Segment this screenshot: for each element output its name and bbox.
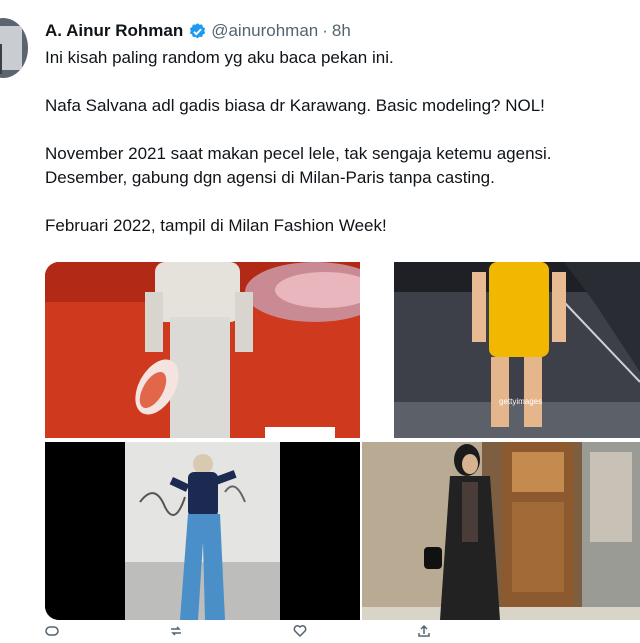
reply-icon[interactable] <box>45 624 59 638</box>
tweet-header: A. Ainur Rohman @ainurohman · 8h <box>45 18 351 44</box>
like-icon[interactable] <box>293 624 307 638</box>
media-photo-runway[interactable] <box>45 262 360 438</box>
yellow-dress-runway-photo: gettyimages <box>394 262 640 438</box>
header-separator: · <box>322 21 328 40</box>
media-photo-yellow-dress[interactable]: gettyimages <box>394 262 640 438</box>
tweet-line: November 2021 saat makan pecel lele, tak… <box>45 144 552 163</box>
tweet-timestamp[interactable]: 8h <box>332 21 351 41</box>
author-name[interactable]: A. Ainur Rohman <box>45 21 183 41</box>
black-coat-street-photo <box>362 442 640 620</box>
tweet-body: Ini kisah paling random yg aku baca peka… <box>45 46 635 238</box>
media-photo-blue-jeans[interactable] <box>45 442 360 620</box>
media-grid: gettyimages <box>45 262 640 620</box>
author-handle[interactable]: @ainurohman <box>211 21 318 41</box>
tweet-line: Februari 2022, tampil di Milan Fashion W… <box>45 216 387 235</box>
verified-badge-icon <box>190 22 206 38</box>
getty-watermark: gettyimages <box>499 397 542 406</box>
avatar-building-shape <box>0 26 22 70</box>
media-photo-black-coat[interactable] <box>362 442 640 620</box>
share-icon[interactable] <box>417 624 431 638</box>
author-avatar[interactable] <box>0 18 28 78</box>
blue-jeans-street-photo <box>45 442 360 620</box>
tweet-action-bar <box>45 624 640 640</box>
tweet-line: Nafa Salvana adl gadis biasa dr Karawang… <box>45 96 545 115</box>
retweet-icon[interactable] <box>169 624 183 638</box>
tweet-line: Ini kisah paling random yg aku baca peka… <box>45 48 394 67</box>
runway-red-carpet-photo <box>45 262 360 438</box>
avatar-building-shape-dark <box>0 44 2 74</box>
tweet-line: Desember, gabung dgn agensi di Milan-Par… <box>45 168 495 187</box>
